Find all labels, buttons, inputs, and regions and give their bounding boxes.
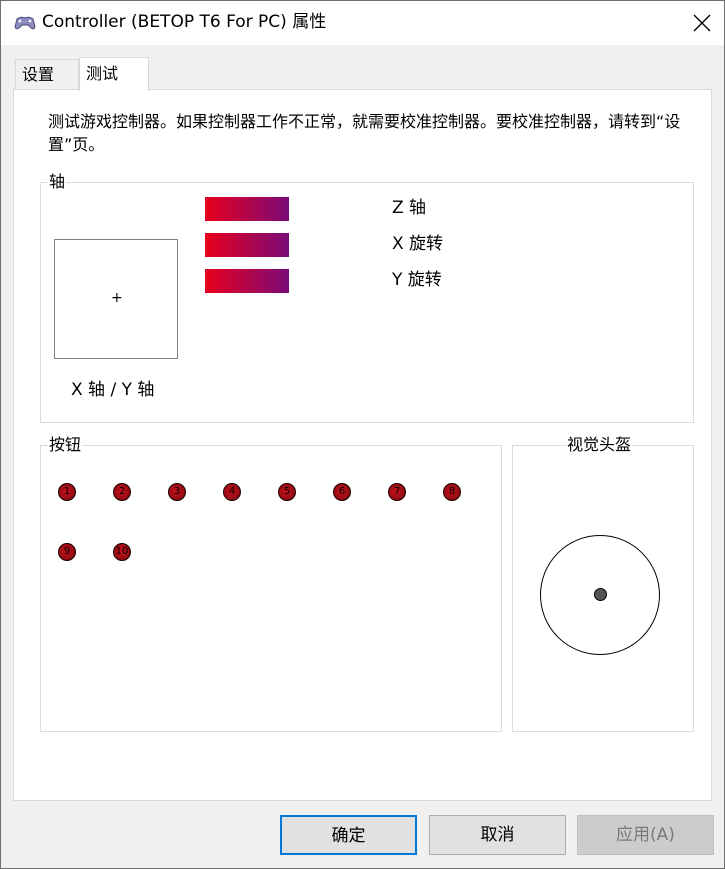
button-indicator-1: 1	[58, 483, 76, 501]
button-indicator-7: 7	[388, 483, 406, 501]
x-rotation-bar	[205, 233, 289, 257]
properties-dialog: Controller (BETOP T6 For PC) 属性 设置 测试 测试…	[0, 0, 725, 869]
button-indicator-10: 10	[113, 543, 131, 561]
close-icon	[693, 14, 711, 32]
y-rotation-label: Y 旋转	[392, 270, 442, 290]
button-indicator-5: 5	[278, 483, 296, 501]
test-tab-panel: 测试游戏控制器。如果控制器工作不正常，就需要校准控制器。要校准控制器，请转到“设…	[13, 89, 712, 801]
tab-test[interactable]: 测试	[79, 57, 149, 91]
axes-group: 轴 + X 轴 / Y 轴 Z 轴 X 旋转 Y 旋转	[40, 172, 694, 423]
gamepad-icon	[13, 13, 37, 33]
apply-button[interactable]: 应用(A)	[577, 815, 714, 855]
tab-settings[interactable]: 设置	[15, 59, 79, 89]
button-indicator-2: 2	[113, 483, 131, 501]
window-title: Controller (BETOP T6 For PC) 属性	[42, 12, 327, 32]
close-button[interactable]	[678, 1, 724, 45]
xy-crosshair: +	[111, 290, 123, 306]
y-rotation-bar	[205, 269, 289, 293]
z-axis-label: Z 轴	[392, 198, 427, 218]
button-indicator-9: 9	[58, 543, 76, 561]
buttons-group-label: 按钮	[48, 435, 83, 455]
z-axis-bar	[205, 197, 289, 221]
title-bar: Controller (BETOP T6 For PC) 属性	[1, 1, 724, 45]
xy-axis-label: X 轴 / Y 轴	[71, 380, 155, 400]
button-indicator-8: 8	[443, 483, 461, 501]
axes-group-label: 轴	[48, 172, 67, 192]
pov-hat-group: 视觉头盔	[512, 435, 694, 732]
x-rotation-label: X 旋转	[392, 234, 444, 254]
xy-axis-box: +	[54, 239, 178, 359]
pov-hat-group-label: 视觉头盔	[566, 435, 633, 455]
button-indicator-4: 4	[223, 483, 241, 501]
buttons-group: 按钮 1 2 3 4 5 6 7 8 9 10	[40, 435, 502, 732]
button-indicator-6: 6	[333, 483, 351, 501]
pov-hat-center-dot	[594, 588, 607, 601]
cancel-button[interactable]: 取消	[429, 815, 566, 855]
ok-button[interactable]: 确定	[280, 815, 417, 855]
button-indicator-3: 3	[168, 483, 186, 501]
test-description: 测试游戏控制器。如果控制器工作不正常，就需要校准控制器。要校准控制器，请转到“设…	[48, 112, 681, 154]
